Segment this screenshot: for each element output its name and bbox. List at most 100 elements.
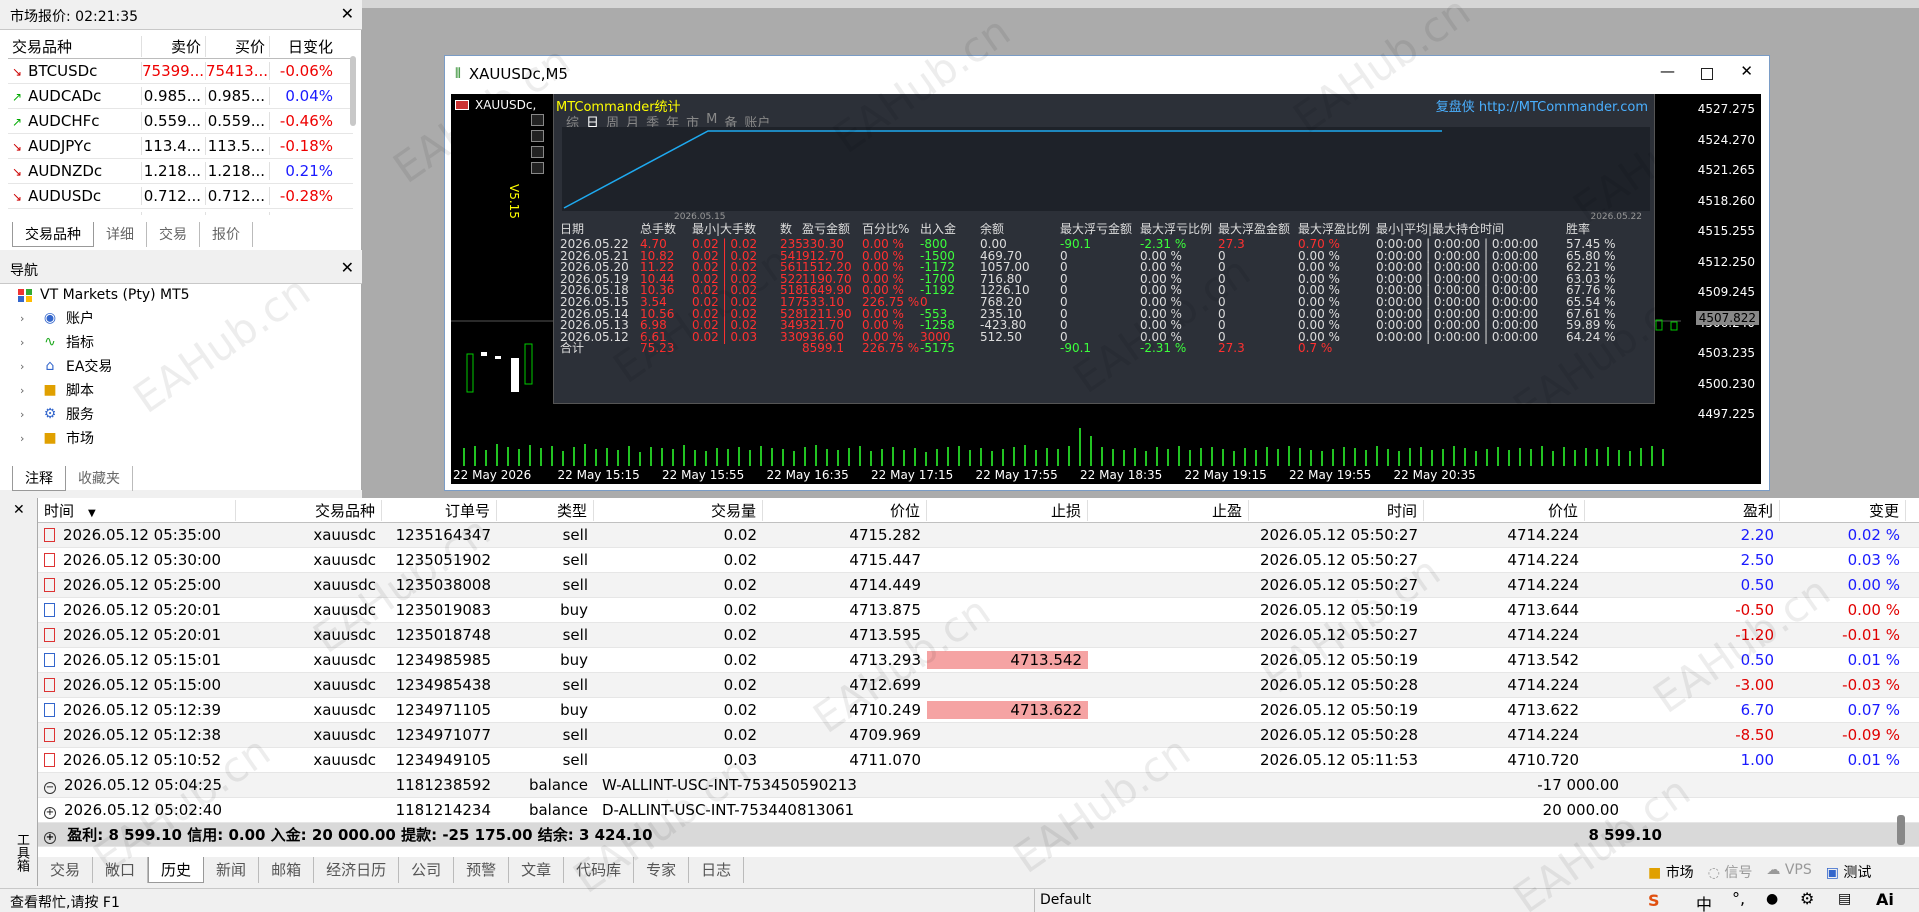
header-symbol[interactable]: 交易品种 bbox=[8, 35, 142, 57]
market-watch-tab[interactable]: 详细 bbox=[94, 222, 147, 247]
table-row[interactable]: 2026.05.12 05:30:00 xauusdc 1235051902 sell… bbox=[38, 548, 1919, 573]
price-chart[interactable]: XAUUSDc, V5.15 MTCommander统计 复盘侠 http://… bbox=[451, 94, 1761, 484]
change-cell: -0.01 % bbox=[1842, 626, 1900, 644]
type-cell: buy bbox=[560, 601, 588, 619]
minimize-icon[interactable]: — bbox=[1660, 62, 1675, 80]
column-header[interactable]: 价位 bbox=[763, 499, 927, 521]
column-header[interactable]: 时间 ▼ bbox=[38, 499, 236, 521]
brand-label[interactable]: 复盘侠 http://MTCommander.com bbox=[1436, 96, 1648, 115]
navigator-root[interactable]: VT Markets (Pty) MT5 bbox=[10, 284, 190, 306]
toolbox-tab[interactable]: 敞口 bbox=[93, 857, 149, 883]
ime-punct-icon[interactable]: °, bbox=[1732, 889, 1745, 908]
header-change[interactable]: 日变化 bbox=[270, 36, 341, 57]
chevron-right-icon[interactable]: › bbox=[20, 360, 34, 373]
navigator-item[interactable]: › ⌂ EA交易 bbox=[20, 355, 112, 377]
column-header[interactable]: 交易品种 bbox=[236, 499, 382, 521]
balance-row[interactable]: +2026.05.12 05:02:40 1181214234 balance D-A… bbox=[38, 798, 1919, 823]
symbol-cell: xauusdc bbox=[313, 601, 376, 619]
toolbox-tab[interactable]: 文章 bbox=[509, 857, 565, 883]
toolbox-tab[interactable]: 新闻 bbox=[204, 857, 260, 883]
navigator-item[interactable]: › ∿ 指标 bbox=[20, 331, 94, 353]
column-header[interactable]: 交易量 bbox=[594, 499, 763, 521]
column-header[interactable]: 止损 bbox=[927, 499, 1088, 521]
table-row[interactable]: 2026.05.12 05:15:00 xauusdc 1234985438 sell… bbox=[38, 673, 1919, 698]
balance-row[interactable]: −2026.05.12 05:04:25 1181238592 balance W-A… bbox=[38, 773, 1919, 798]
market-watch-row[interactable]: ↘ AUDNZDc 1.218... 1.218... 0.21% bbox=[8, 159, 353, 184]
toolbox-tab[interactable]: 预警 bbox=[454, 857, 510, 883]
toolbox-tab[interactable]: 公司 bbox=[399, 857, 455, 883]
market-watch-row[interactable]: ↘CADJPYc115.1...115.2...-0.21% bbox=[8, 209, 353, 215]
signal-status[interactable]: ◌ 信号 bbox=[1708, 862, 1753, 882]
mic-icon[interactable]: ● bbox=[1766, 891, 1778, 907]
toolbox-tab[interactable]: 交易 bbox=[38, 857, 94, 883]
navigator-tab[interactable]: 注释 bbox=[12, 466, 66, 491]
volume-bar bbox=[650, 447, 652, 466]
column-header[interactable]: 类型 bbox=[497, 499, 594, 521]
table-row[interactable]: 2026.05.12 05:15:01 xauusdc 1234985985 buy 0… bbox=[38, 648, 1919, 673]
profit-cell: -8.50 bbox=[1735, 726, 1774, 744]
sort-down-icon[interactable]: ▼ bbox=[88, 508, 96, 519]
top-toolbar-strip bbox=[362, 0, 1919, 8]
toolbox-tab[interactable]: 历史 bbox=[148, 857, 205, 883]
column-header[interactable]: 盈利 bbox=[1585, 499, 1780, 521]
market-watch-tab[interactable]: 交易 bbox=[147, 222, 200, 247]
market-watch-row[interactable]: ↘ BTCUSDc 75399... 75413... -0.06% bbox=[8, 59, 353, 84]
column-header[interactable]: 时间 bbox=[1249, 499, 1424, 521]
time-text: 2026.05.12 05:25:00 bbox=[63, 576, 222, 594]
column-header[interactable]: 变更 bbox=[1780, 499, 1906, 521]
cprice-cell: 4710.720 bbox=[1507, 751, 1579, 769]
history-scrollbar[interactable] bbox=[1897, 815, 1905, 845]
market-status-label: 市场 bbox=[1665, 865, 1694, 881]
ime-logo-icon[interactable]: S bbox=[1648, 891, 1660, 910]
header-ask[interactable]: 买价 bbox=[206, 35, 270, 57]
time-tick: 22 May 16:35 bbox=[766, 468, 849, 482]
table-row[interactable]: 2026.05.12 05:12:38 xauusdc 1234971077 sell… bbox=[38, 723, 1919, 748]
chevron-right-icon[interactable]: › bbox=[20, 432, 34, 445]
column-header[interactable]: 止盈 bbox=[1088, 499, 1249, 521]
navigator-item[interactable]: › ⚙ 服务 bbox=[20, 403, 94, 425]
close-icon[interactable]: ✕ bbox=[341, 258, 354, 277]
market-watch-row[interactable]: ↘ AUDUSDc 0.712... 0.712... -0.28% bbox=[8, 184, 353, 209]
navigator-item[interactable]: › ■ 脚本 bbox=[20, 379, 94, 401]
table-row[interactable]: 2026.05.12 05:12:39 xauusdc 1234971105 buy 0… bbox=[38, 698, 1919, 723]
market-watch-row[interactable]: ↗ AUDCADc 0.985... 0.985... 0.04% bbox=[8, 84, 353, 109]
column-header[interactable]: 价位 bbox=[1424, 499, 1585, 521]
toolbox-tab[interactable]: 代码库 bbox=[564, 857, 635, 883]
chevron-right-icon[interactable]: › bbox=[20, 408, 34, 421]
test-status[interactable]: ▣ 测试 bbox=[1826, 862, 1872, 882]
navigator-item[interactable]: › ◉ 账户 bbox=[20, 307, 94, 329]
market-status[interactable]: ■ 市场 bbox=[1648, 862, 1694, 882]
table-row[interactable]: 2026.05.12 05:25:00 xauusdc 1235038008 sell… bbox=[38, 573, 1919, 598]
toolbox-tab[interactable]: 专家 bbox=[634, 857, 690, 883]
market-watch-row[interactable]: ↘ AUDJPYc 113.4... 113.5... -0.18% bbox=[8, 134, 353, 159]
chevron-right-icon[interactable]: › bbox=[20, 312, 34, 325]
table-row[interactable]: 2026.05.12 05:10:52 xauusdc 1234949105 sell… bbox=[38, 748, 1919, 773]
toolbox-tab[interactable]: 邮箱 bbox=[259, 857, 315, 883]
navigator-title: 导航 bbox=[10, 263, 38, 279]
scrollbar[interactable] bbox=[350, 56, 356, 126]
chevron-right-icon[interactable]: › bbox=[20, 336, 34, 349]
market-watch-tab[interactable]: 交易品种 bbox=[12, 222, 94, 247]
table-row[interactable]: 2026.05.12 05:35:00 xauusdc 1235164347 sell… bbox=[38, 523, 1919, 548]
ai-button[interactable]: Ai bbox=[1876, 890, 1894, 909]
chevron-right-icon[interactable]: › bbox=[20, 384, 34, 397]
table-row[interactable]: 2026.05.12 05:20:01 xauusdc 1235019083 buy 0… bbox=[38, 598, 1919, 623]
volume-bar bbox=[1046, 448, 1048, 466]
close-icon[interactable]: ✕ bbox=[341, 4, 354, 23]
table-row[interactable]: 2026.05.12 05:20:01 xauusdc 1235018748 sell… bbox=[38, 623, 1919, 648]
column-header[interactable]: 订单号 bbox=[382, 499, 497, 521]
maximize-icon[interactable] bbox=[1701, 68, 1713, 80]
toolbox-tab[interactable]: 经济日历 bbox=[314, 857, 400, 883]
close-icon[interactable]: ✕ bbox=[1740, 62, 1753, 80]
vps-status[interactable]: ☁ VPS bbox=[1766, 862, 1811, 882]
keyboard-icon[interactable]: ▤ bbox=[1838, 891, 1851, 907]
ime-mode[interactable]: 中 bbox=[1696, 891, 1712, 912]
settings-icon[interactable]: ⚙ bbox=[1800, 889, 1814, 908]
market-watch-tab[interactable]: 报价 bbox=[200, 222, 253, 247]
navigator-item[interactable]: › ■ 市场 bbox=[20, 427, 94, 449]
market-watch-row[interactable]: ↗ AUDCHFc 0.559... 0.559... -0.46% bbox=[8, 109, 353, 134]
toolbox-tab[interactable]: 日志 bbox=[689, 857, 745, 883]
header-bid[interactable]: 卖价 bbox=[142, 35, 206, 57]
close-icon[interactable]: ✕ bbox=[13, 502, 25, 518]
navigator-tab[interactable]: 收藏夹 bbox=[66, 466, 133, 491]
